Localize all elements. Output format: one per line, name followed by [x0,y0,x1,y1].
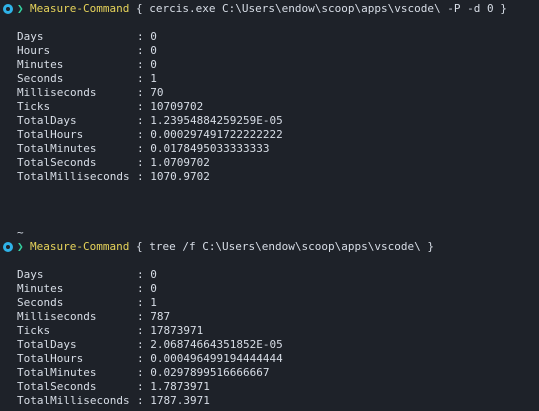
output-key: Minutes [17,282,64,295]
output-row: TotalMilliseconds : 1787.3971 [17,394,210,408]
output-value: : 0.0178495033333333 [137,142,270,155]
output-row: TotalHours : 0.000297491722222222 [17,128,283,142]
terminal-window[interactable]: ❯ Measure-Command { cercis.exe C:\Users\… [0,0,539,411]
output-value: : 10709702 [137,100,204,113]
output-row: Seconds : 1 [17,72,157,86]
output-value: : 1787.3971 [137,394,210,407]
prompt-status-icon [3,242,13,252]
output-row: TotalSeconds : 1.0709702 [17,156,210,170]
output-row: Days : 0 [17,30,157,44]
output-value: : 0 [137,282,157,295]
output-value: : 0.000496499194444444 [137,352,283,365]
output-value: : 1070.9702 [137,170,210,183]
command-cmdlet: Measure-Command [30,240,130,253]
output-row: Ticks : 17873971 [17,324,203,338]
output-key: TotalHours [17,352,84,365]
output-value: : 1.23954884259259E-05 [137,114,283,127]
output-key: Milliseconds [17,86,97,99]
output-key: TotalDays [17,114,77,127]
output-row: Seconds : 1 [17,296,157,310]
output-row: Milliseconds : 787 [17,310,170,324]
output-row: TotalMinutes : 0.0297899516666667 [17,366,269,380]
output-value: : 0 [137,58,157,71]
prompt-chevron-icon: ❯ [17,2,24,15]
output-row: TotalMilliseconds : 1070.9702 [17,170,210,184]
output-row: Hours : 0 [17,44,157,58]
output-row: Ticks : 10709702 [17,100,203,114]
output-row: TotalSeconds : 1.7873971 [17,380,210,394]
output-key: TotalDays [17,338,77,351]
output-row: TotalMinutes : 0.0178495033333333 [17,142,269,156]
command-cmdlet: Measure-Command [30,2,130,15]
output-key: Seconds [17,72,64,85]
output-value: : 1.0709702 [137,156,210,169]
output-row: TotalDays : 1.23954884259259E-05 [17,114,283,128]
output-value: : 0.0297899516666667 [137,366,270,379]
output-key: TotalMinutes [17,142,97,155]
output-value: : 0 [137,268,157,281]
output-key: TotalSeconds [17,380,97,393]
output-key: Ticks [17,100,51,113]
output-row: Milliseconds : 70 [17,86,164,100]
command-args: { tree /f C:\Users\endow\scoop\apps\vsco… [129,240,434,253]
output-row: Minutes : 0 [17,58,157,72]
output-row: TotalHours : 0.000496499194444444 [17,352,283,366]
output-value: : 0 [137,44,157,57]
output-value: : 1 [137,296,157,309]
output-key: Hours [17,44,51,57]
output-key: TotalMilliseconds [17,170,130,183]
output-key: Minutes [17,58,64,71]
output-value: : 2.06874664351852E-05 [137,338,283,351]
output-value: : 787 [137,310,171,323]
output-row: TotalDays : 2.06874664351852E-05 [17,338,283,352]
output-row: Minutes : 0 [17,282,157,296]
output-value: : 0.000297491722222222 [137,128,283,141]
cwd-tilde: ~ [17,226,24,239]
output-key: Ticks [17,324,51,337]
output-value: : 70 [137,86,164,99]
output-row: Days : 0 [17,268,157,282]
output-key: Milliseconds [17,310,97,323]
command-line: Measure-Command { tree /f C:\Users\endow… [30,240,434,254]
output-key: TotalHours [17,128,84,141]
output-value: : 0 [137,30,157,43]
prompt-status-icon [3,4,13,14]
output-key: TotalMinutes [17,366,97,379]
output-key: Seconds [17,296,64,309]
output-key: TotalMilliseconds [17,394,130,407]
output-value: : 17873971 [137,324,204,337]
output-value: : 1 [137,72,157,85]
output-key: Days [17,30,44,43]
output-value: : 1.7873971 [137,380,210,393]
command-args: { cercis.exe C:\Users\endow\scoop\apps\v… [129,2,507,15]
output-key: Days [17,268,44,281]
command-line: Measure-Command { cercis.exe C:\Users\en… [30,2,507,16]
prompt-chevron-icon: ❯ [17,240,24,253]
output-key: TotalSeconds [17,156,97,169]
